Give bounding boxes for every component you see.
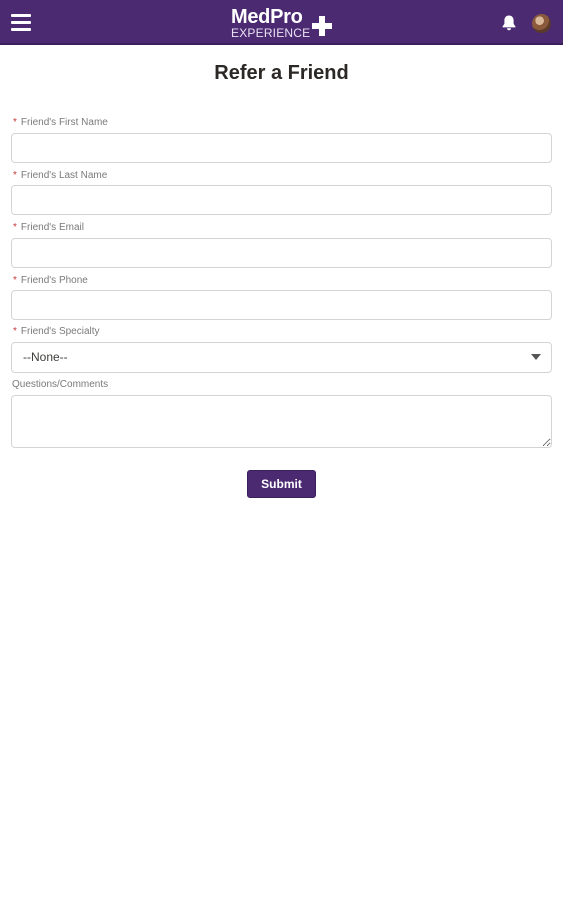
- medpro-logo[interactable]: MedPro EXPERIENCE: [231, 6, 341, 42]
- top-navigation-bar: MedPro EXPERIENCE: [0, 0, 563, 45]
- specialty-select[interactable]: --None--: [11, 342, 552, 373]
- page-title: Refer a Friend: [214, 62, 349, 84]
- chevron-down-icon: [531, 354, 541, 360]
- first-name-input[interactable]: [11, 133, 552, 163]
- first-name-label: * Friend's First Name: [13, 117, 108, 129]
- submit-button[interactable]: Submit: [247, 470, 316, 498]
- last-name-input[interactable]: [11, 185, 552, 215]
- email-label-text: Friend's Email: [20, 222, 84, 233]
- comments-label: Questions/Comments: [12, 379, 109, 390]
- plus-icon: [312, 16, 332, 36]
- phone-label: * Friend's Phone: [13, 275, 88, 287]
- required-indicator: *: [13, 170, 17, 181]
- comments-textarea[interactable]: [11, 395, 552, 448]
- required-indicator: *: [13, 326, 17, 337]
- hamburger-menu-icon[interactable]: [11, 14, 31, 31]
- phone-label-text: Friend's Phone: [20, 275, 88, 286]
- logo-subtitle: EXPERIENCE: [231, 26, 311, 40]
- last-name-label-text: Friend's Last Name: [20, 170, 108, 181]
- phone-input[interactable]: [11, 290, 552, 320]
- required-indicator: *: [13, 275, 17, 286]
- email-input[interactable]: [11, 238, 552, 268]
- first-name-label-text: Friend's First Name: [20, 117, 108, 128]
- specialty-label-text: Friend's Specialty: [20, 326, 100, 337]
- required-indicator: *: [13, 117, 17, 128]
- specialty-label: * Friend's Specialty: [13, 326, 100, 338]
- email-label: * Friend's Email: [13, 222, 84, 234]
- logo-title: MedPro: [231, 6, 303, 28]
- avatar[interactable]: [532, 14, 551, 33]
- bell-icon[interactable]: [500, 14, 518, 32]
- specialty-selected-value: --None--: [23, 350, 68, 364]
- required-indicator: *: [13, 222, 17, 233]
- last-name-label: * Friend's Last Name: [13, 170, 107, 182]
